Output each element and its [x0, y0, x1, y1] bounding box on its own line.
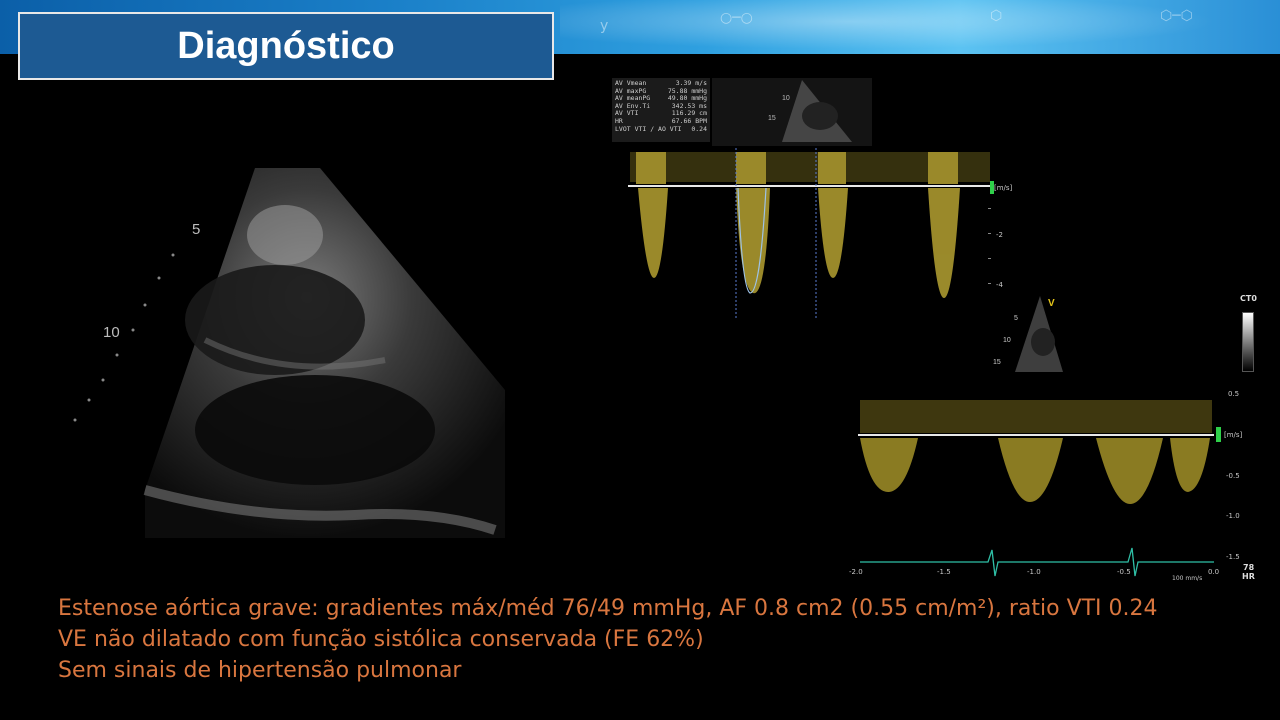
pw-tick-label: -0.5: [1226, 472, 1240, 480]
time-tick-label: -1.5: [937, 568, 951, 576]
echo-2d-image: 5 10: [73, 168, 505, 538]
finding-line: VE não dilatado com função sistólica con…: [58, 627, 704, 652]
cw-unit-label: [m/s]: [994, 184, 1013, 192]
depth-mark: 15: [768, 115, 776, 122]
pw-tick-label: -1.0: [1226, 512, 1240, 520]
depth-mark: 10: [1003, 337, 1011, 344]
depth-mark: 5: [192, 221, 200, 238]
time-tick-label: -0.5: [1117, 568, 1131, 576]
finding-line: Estenose aórtica grave: gradientes máx/m…: [58, 596, 1158, 621]
hr-label: HR: [1242, 572, 1255, 581]
cw-tick-label: -2: [996, 231, 1003, 239]
time-tick-label: -1.0: [1027, 568, 1041, 576]
pw-thumbnail-image: 5 10 15 V: [993, 296, 1063, 372]
cw-tick-label: -4: [996, 281, 1003, 289]
pw-unit-label: [m/s]: [1224, 431, 1243, 439]
depth-mark: 10: [103, 324, 120, 341]
cw-thumbnail-image: 10 15: [712, 78, 872, 146]
measurement-row: LVOT VTI / AO VTI 0.24: [615, 124, 707, 133]
banner-decoration: ⬡─⬡: [1160, 8, 1193, 24]
colorbar-label: CT0: [1240, 294, 1257, 303]
pw-tick-label: 0.5: [1228, 390, 1240, 398]
banner-decoration: ⬡: [990, 8, 1003, 24]
pw-tick-label: -1.5: [1226, 553, 1240, 561]
v-marker: V: [1048, 298, 1055, 309]
cw-doppler-spectrum: [628, 148, 1000, 323]
slide-title: Diagnóstico: [177, 24, 395, 67]
hr-value: 78: [1243, 563, 1255, 572]
grayscale-colorbar: [1242, 312, 1254, 372]
slide-title-box: Diagnóstico: [18, 12, 554, 80]
time-tick-label: 0.0: [1208, 568, 1220, 576]
depth-mark: 5: [1014, 315, 1018, 322]
measurement-table: AV Vmean 3.39 m/s AV maxPG 75.88 mmHg AV m…: [612, 78, 710, 142]
depth-mark: 15: [993, 359, 1001, 366]
sweep-speed-label: 100 mm/s: [1172, 575, 1203, 582]
depth-mark: 10: [782, 95, 790, 102]
pw-doppler-spectrum: [858, 380, 1224, 580]
banner-decoration: ○─○: [720, 10, 753, 26]
finding-line: Sem sinais de hipertensão pulmonar: [58, 658, 462, 683]
banner-decoration: y: [600, 18, 609, 34]
time-tick-label: -2.0: [849, 568, 863, 576]
